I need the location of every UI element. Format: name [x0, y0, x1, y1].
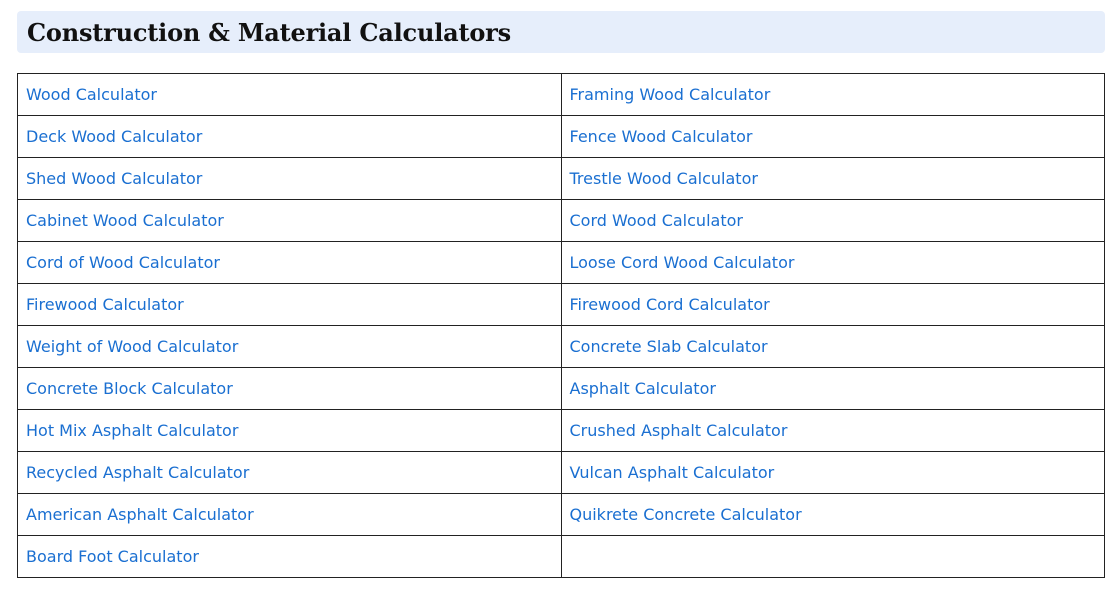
- table-cell: Firewood Calculator: [17, 283, 562, 326]
- calculator-link[interactable]: Cord Wood Calculator: [570, 211, 743, 230]
- table-cell: Deck Wood Calculator: [17, 115, 562, 158]
- table-cell: Recycled Asphalt Calculator: [17, 451, 562, 494]
- calculator-link[interactable]: Loose Cord Wood Calculator: [570, 253, 795, 272]
- calculator-link[interactable]: Quikrete Concrete Calculator: [570, 505, 802, 524]
- table-cell: Concrete Slab Calculator: [560, 325, 1105, 368]
- table-row: Wood Calculator Framing Wood Calculator: [17, 73, 1105, 116]
- calculator-links-table: Wood Calculator Framing Wood Calculator …: [17, 73, 1105, 578]
- table-cell: Board Foot Calculator: [17, 535, 562, 578]
- table-row: Hot Mix Asphalt Calculator Crushed Aspha…: [17, 409, 1105, 452]
- calculator-link[interactable]: Firewood Cord Calculator: [570, 295, 770, 314]
- calculator-link[interactable]: Board Foot Calculator: [26, 547, 199, 566]
- table-row: Cabinet Wood Calculator Cord Wood Calcul…: [17, 199, 1105, 242]
- calculator-link[interactable]: Cord of Wood Calculator: [26, 253, 220, 272]
- calculator-link[interactable]: Cabinet Wood Calculator: [26, 211, 224, 230]
- calculator-link[interactable]: Crushed Asphalt Calculator: [570, 421, 788, 440]
- calculator-link[interactable]: Firewood Calculator: [26, 295, 184, 314]
- section-header: Construction & Material Calculators: [17, 11, 1105, 53]
- page: Construction & Material Calculators Wood…: [0, 0, 1119, 606]
- calculator-link[interactable]: Vulcan Asphalt Calculator: [570, 463, 775, 482]
- calculator-link[interactable]: Weight of Wood Calculator: [26, 337, 238, 356]
- calculator-link[interactable]: Shed Wood Calculator: [26, 169, 202, 188]
- table-cell: Fence Wood Calculator: [560, 115, 1105, 158]
- table-cell: Loose Cord Wood Calculator: [560, 241, 1105, 284]
- table-cell: Cord of Wood Calculator: [17, 241, 562, 284]
- table-cell: Asphalt Calculator: [560, 367, 1105, 410]
- table-row: Recycled Asphalt Calculator Vulcan Aspha…: [17, 451, 1105, 494]
- calculator-link[interactable]: Concrete Block Calculator: [26, 379, 233, 398]
- table-cell: Wood Calculator: [17, 73, 562, 116]
- table-cell: Hot Mix Asphalt Calculator: [17, 409, 562, 452]
- table-row: Concrete Block Calculator Asphalt Calcul…: [17, 367, 1105, 410]
- table-cell: Framing Wood Calculator: [560, 73, 1105, 116]
- table-row: Weight of Wood Calculator Concrete Slab …: [17, 325, 1105, 368]
- table-cell: Firewood Cord Calculator: [560, 283, 1105, 326]
- table-cell: Crushed Asphalt Calculator: [560, 409, 1105, 452]
- table-cell: Weight of Wood Calculator: [17, 325, 562, 368]
- calculator-link[interactable]: Trestle Wood Calculator: [570, 169, 758, 188]
- table-row: American Asphalt Calculator Quikrete Con…: [17, 493, 1105, 536]
- calculator-link[interactable]: Fence Wood Calculator: [570, 127, 753, 146]
- calculator-link[interactable]: Framing Wood Calculator: [570, 85, 771, 104]
- table-cell: Vulcan Asphalt Calculator: [560, 451, 1105, 494]
- calculator-link[interactable]: American Asphalt Calculator: [26, 505, 254, 524]
- table-cell: Shed Wood Calculator: [17, 157, 562, 200]
- empty-table-cell: [560, 535, 1105, 578]
- table-row: Deck Wood Calculator Fence Wood Calculat…: [17, 115, 1105, 158]
- calculator-link[interactable]: Concrete Slab Calculator: [570, 337, 768, 356]
- calculator-link[interactable]: Recycled Asphalt Calculator: [26, 463, 249, 482]
- calculator-link[interactable]: Hot Mix Asphalt Calculator: [26, 421, 238, 440]
- section-title: Construction & Material Calculators: [27, 17, 511, 47]
- table-row: Firewood Calculator Firewood Cord Calcul…: [17, 283, 1105, 326]
- table-cell: Concrete Block Calculator: [17, 367, 562, 410]
- table-cell: Trestle Wood Calculator: [560, 157, 1105, 200]
- table-row: Board Foot Calculator: [17, 535, 1105, 578]
- table-cell: Cord Wood Calculator: [560, 199, 1105, 242]
- table-row: Cord of Wood Calculator Loose Cord Wood …: [17, 241, 1105, 284]
- calculator-link[interactable]: Asphalt Calculator: [570, 379, 716, 398]
- table-cell: Cabinet Wood Calculator: [17, 199, 562, 242]
- table-row: Shed Wood Calculator Trestle Wood Calcul…: [17, 157, 1105, 200]
- calculator-link[interactable]: Wood Calculator: [26, 85, 157, 104]
- table-cell: Quikrete Concrete Calculator: [560, 493, 1105, 536]
- calculator-link[interactable]: Deck Wood Calculator: [26, 127, 202, 146]
- table-cell: American Asphalt Calculator: [17, 493, 562, 536]
